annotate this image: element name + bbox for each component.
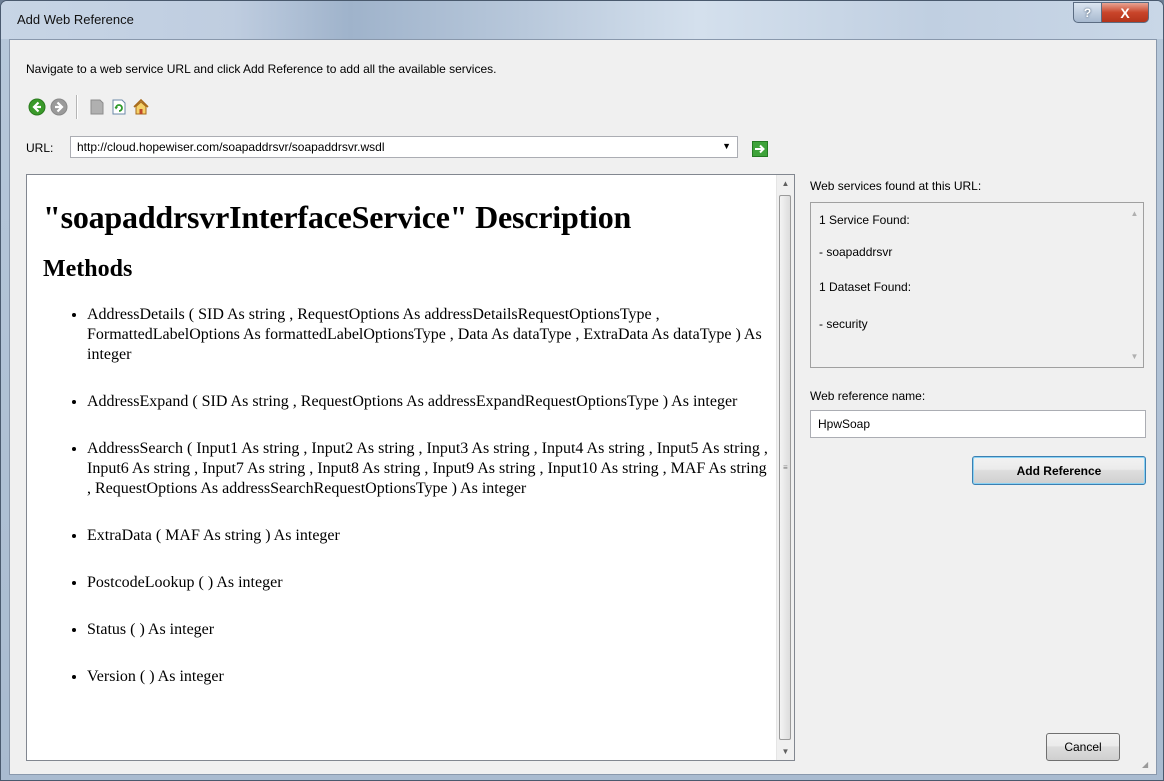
reference-name-value: HpwSoap	[818, 417, 871, 431]
back-button[interactable]	[26, 96, 48, 118]
scroll-up-icon[interactable]: ▲	[1126, 205, 1143, 222]
refresh-button[interactable]	[108, 96, 130, 118]
forward-button[interactable]	[48, 96, 70, 118]
back-icon	[28, 98, 46, 116]
scrollbar-thumb[interactable]: ≡	[779, 195, 791, 740]
scroll-down-icon[interactable]: ▼	[777, 743, 794, 760]
window-title: Add Web Reference	[17, 12, 134, 27]
description-document: "soapaddrsvrInterfaceService" Descriptio…	[43, 175, 775, 714]
services-line: 1 Service Found:	[819, 213, 910, 227]
services-line: - soapaddrsvr	[819, 245, 893, 259]
title-bar[interactable]: Add Web Reference ? X	[1, 1, 1163, 39]
services-line: - security	[819, 317, 868, 331]
reference-name-label: Web reference name:	[810, 389, 926, 403]
url-combobox[interactable]: http://cloud.hopewiser.com/soapaddrsvr/s…	[70, 136, 738, 158]
refresh-icon	[112, 99, 126, 115]
services-scrollbar[interactable]: ▲ ▼	[1126, 203, 1143, 367]
description-heading: "soapaddrsvrInterfaceService" Descriptio…	[43, 199, 632, 235]
add-reference-label: Add Reference	[1016, 463, 1102, 478]
stop-button[interactable]	[86, 96, 108, 118]
method-item[interactable]: AddressDetails ( SID As string , Request…	[87, 305, 775, 365]
method-item[interactable]: PostcodeLookup ( ) As integer	[87, 573, 775, 593]
forward-icon	[50, 98, 68, 116]
browser-scrollbar[interactable]: ▲ ≡ ▼	[776, 175, 794, 760]
method-item[interactable]: AddressSearch ( Input1 As string , Input…	[87, 439, 775, 499]
method-item[interactable]: ExtraData ( MAF As string ) As integer	[87, 526, 775, 546]
close-button[interactable]: X	[1101, 2, 1149, 23]
add-web-reference-dialog: Add Web Reference ? X Navigate to a web …	[0, 0, 1164, 781]
home-icon	[133, 98, 149, 115]
help-icon: ?	[1083, 5, 1092, 20]
go-arrow-icon	[752, 141, 768, 157]
methods-list: AddressDetails ( SID As string , Request…	[43, 305, 775, 687]
go-button[interactable]	[752, 141, 768, 157]
chevron-down-icon[interactable]: ▼	[722, 141, 731, 151]
navigation-toolbar	[26, 95, 152, 119]
services-line: 1 Dataset Found:	[819, 280, 912, 294]
dialog-client-area: Navigate to a web service URL and click …	[9, 39, 1157, 775]
methods-heading: Methods	[43, 256, 133, 282]
method-item[interactable]: Version ( ) As integer	[87, 667, 775, 687]
service-description-browser[interactable]: "soapaddrsvrInterfaceService" Descriptio…	[26, 174, 795, 761]
grip-icon: ≡	[783, 463, 788, 472]
instructions-text: Navigate to a web service URL and click …	[26, 62, 497, 76]
method-item[interactable]: AddressExpand ( SID As string , RequestO…	[87, 392, 775, 412]
close-icon: X	[1120, 4, 1130, 21]
scroll-up-icon[interactable]: ▲	[777, 175, 794, 192]
home-button[interactable]	[130, 96, 152, 118]
scroll-down-icon[interactable]: ▼	[1126, 348, 1143, 365]
services-found-label: Web services found at this URL:	[810, 179, 982, 193]
add-reference-button[interactable]: Add Reference	[972, 456, 1146, 485]
toolbar-separator	[76, 95, 78, 119]
reference-name-input[interactable]: HpwSoap	[810, 410, 1146, 438]
services-found-box[interactable]: 1 Service Found: - soapaddrsvr 1 Dataset…	[810, 202, 1144, 368]
cancel-label: Cancel	[1064, 740, 1102, 754]
url-label: URL:	[26, 141, 54, 155]
url-value: http://cloud.hopewiser.com/soapaddrsvr/s…	[77, 140, 385, 154]
method-item[interactable]: Status ( ) As integer	[87, 620, 775, 640]
resize-grip-icon[interactable]: ◢	[1142, 760, 1154, 772]
help-button[interactable]: ?	[1073, 2, 1102, 23]
cancel-button[interactable]: Cancel	[1046, 733, 1120, 761]
stop-icon	[90, 99, 104, 115]
